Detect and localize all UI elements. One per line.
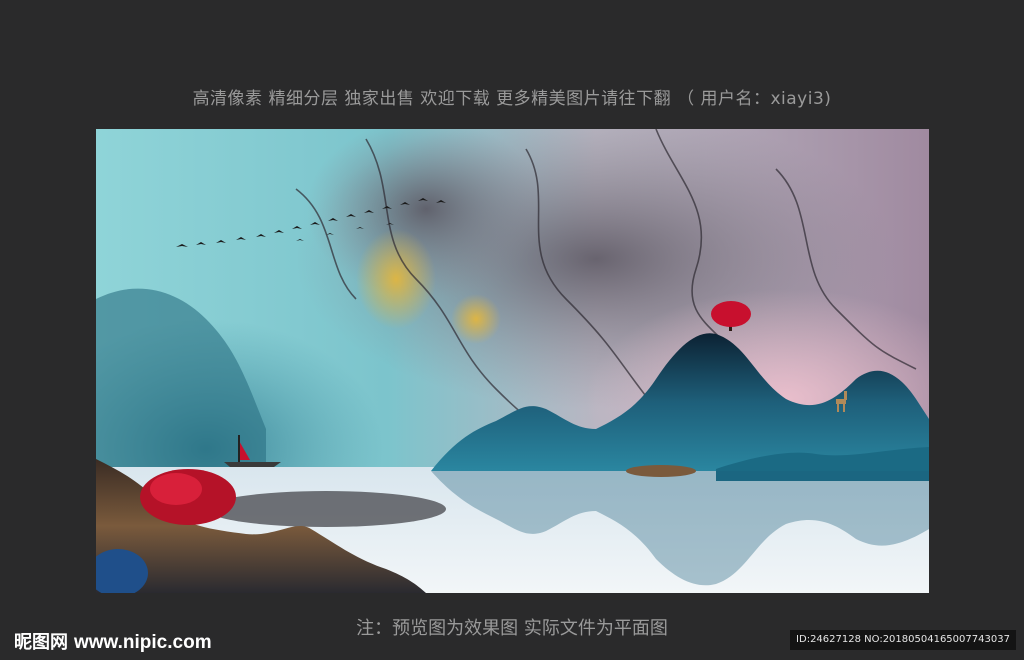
artwork-image xyxy=(96,129,929,593)
top-caption: 高清像素 精细分层 独家出售 欢迎下载 更多精美图片请往下翻 （ 用户名：xia… xyxy=(192,89,832,109)
image-id-label: ID:24627128 NO:20180504165007743037 xyxy=(790,630,1016,650)
gold-glow xyxy=(451,294,501,344)
nipic-watermark: 昵图网 www.nipic.com xyxy=(14,628,212,654)
brand-name: 昵图网 xyxy=(14,632,68,653)
islet xyxy=(626,465,696,477)
brand-url: www.nipic.com xyxy=(74,632,212,653)
gold-glow xyxy=(356,229,436,329)
red-tree-left xyxy=(140,469,236,525)
dark-mist xyxy=(206,491,446,527)
